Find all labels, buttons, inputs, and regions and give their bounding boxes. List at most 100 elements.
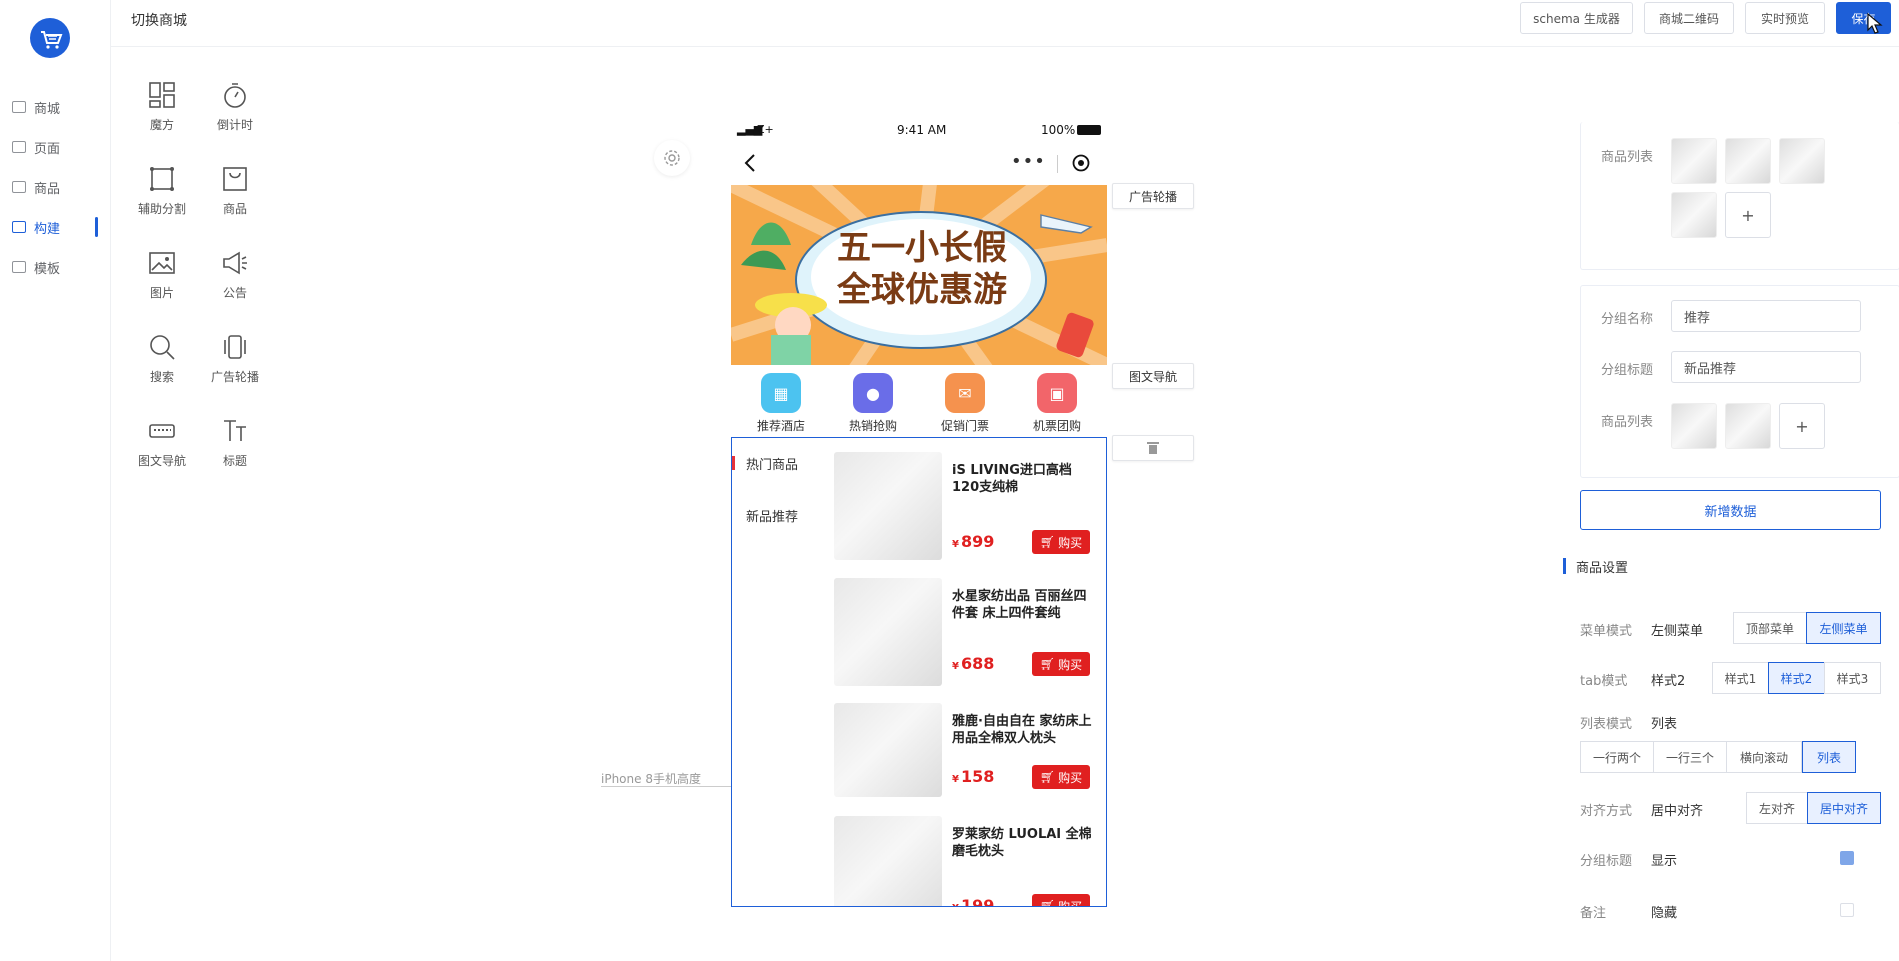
tab-style-1[interactable]: 样式1 — [1712, 662, 1769, 694]
product-card[interactable]: 水星家纺出品 百丽丝四件套 床上四件套纯 ¥688 🛒︎ 购买 — [834, 578, 1100, 688]
component-magic-cube[interactable]: 魔方 — [132, 80, 192, 133]
cart-icon: 🛒︎ — [1039, 770, 1056, 784]
product-thumb[interactable] — [1671, 192, 1717, 238]
height-line — [601, 786, 731, 787]
nav-item-goods[interactable]: 商品 — [12, 176, 60, 198]
delete-module-button[interactable] — [1112, 435, 1194, 461]
align-center[interactable]: 居中对齐 — [1807, 792, 1881, 824]
section-title: 商品设置 — [1576, 561, 1629, 576]
buy-button[interactable]: 🛒︎ 购买 — [1032, 765, 1090, 789]
component-image[interactable]: 图片 — [132, 248, 192, 301]
buy-button[interactable]: 🛒︎ 购买 — [1032, 894, 1090, 907]
product-image — [834, 452, 942, 560]
image-nav-icon — [147, 416, 177, 446]
product-image — [834, 816, 942, 906]
mall-qrcode-button[interactable]: 商城二维码 — [1644, 2, 1734, 34]
group-title-checkbox[interactable] — [1840, 851, 1854, 865]
product-name: 罗莱家纺 LUOLAI 全棉磨毛枕头 — [952, 827, 1092, 859]
more-dots-icon[interactable]: ••• — [1011, 151, 1046, 172]
buy-button[interactable]: 🛒︎ 购买 — [1032, 652, 1090, 676]
group-name-input[interactable]: 推荐 — [1671, 300, 1861, 332]
component-divider[interactable]: 辅助分割 — [132, 164, 192, 217]
tab-style-2[interactable]: 样式2 — [1768, 662, 1825, 694]
product-thumb[interactable] — [1725, 403, 1771, 449]
product-card[interactable]: 罗莱家纺 LUOLAI 全棉磨毛枕头 ¥199 🛒︎购买 — [834, 816, 1100, 907]
cart-icon: 🛒︎ — [1039, 657, 1056, 671]
top-bar: 切换商城 schema 生成器 商城二维码 实时预览 保存 — [111, 0, 1899, 47]
carrier: Z+ — [757, 123, 774, 136]
carousel-module-tag[interactable]: 广告轮播 — [1112, 183, 1194, 209]
component-title[interactable]: 标题 — [205, 416, 265, 469]
nav-icon-hot-sale[interactable]: ● 热销抢购 — [843, 367, 903, 434]
component-image-nav[interactable]: 图文导航 — [132, 416, 192, 469]
list-mode-three[interactable]: 一行三个 — [1653, 741, 1727, 773]
logo-icon[interactable] — [30, 18, 70, 58]
product-image — [834, 578, 942, 686]
add-product-button[interactable]: + — [1725, 192, 1771, 238]
product-price: ¥688 — [952, 654, 995, 673]
goods-module[interactable]: 热门商品 新品推荐 iS LIVING进口高档120支纯棉 ¥899 🛒︎ 购买 … — [731, 437, 1107, 907]
schema-generator-button[interactable]: schema 生成器 — [1520, 2, 1633, 34]
component-search[interactable]: 搜索 — [132, 332, 192, 385]
product-card[interactable]: 雅鹿·自由自在 家纺床上用品全棉双人枕头 ¥158 🛒︎ 购买 — [834, 703, 1100, 813]
trash-icon — [1147, 442, 1159, 454]
megaphone-icon — [220, 248, 250, 278]
iphone-height-label: iPhone 8手机高度 — [601, 772, 701, 786]
banner-headline: 五一小长假 全球优惠游 — [837, 228, 1007, 310]
component-notice[interactable]: 公告 — [205, 248, 265, 301]
add-product-button[interactable]: + — [1779, 403, 1825, 449]
align-left[interactable]: 左对齐 — [1746, 792, 1808, 824]
status-bar: ▂▄▆ Z+ 9:41 AM 100% — [731, 117, 1107, 145]
remark-checkbox[interactable] — [1840, 903, 1854, 917]
add-data-button[interactable]: 新增数据 — [1580, 490, 1881, 530]
nav-icon-hotel[interactable]: ▦ 推荐酒店 — [751, 367, 811, 434]
nav-item-template[interactable]: 模板 — [12, 256, 60, 278]
flight-icon: ▣ — [1037, 373, 1077, 413]
battery-icon — [1077, 125, 1101, 135]
product-price: ¥199 — [952, 896, 995, 907]
group-title-input[interactable]: 新品推荐 — [1671, 351, 1861, 383]
list-mode-scroll[interactable]: 横向滚动 — [1726, 741, 1802, 773]
shopping-bag-icon — [220, 164, 250, 194]
list-mode-two[interactable]: 一行两个 — [1580, 741, 1654, 773]
image-icon — [147, 248, 177, 278]
store-icon — [12, 101, 26, 113]
menu-mode-left[interactable]: 左侧菜单 — [1806, 612, 1881, 644]
product-thumb[interactable] — [1671, 403, 1717, 449]
nav-item-page[interactable]: 页面 — [12, 136, 60, 158]
group-card-1: 商品列表 + — [1580, 122, 1899, 270]
back-arrow-icon[interactable] — [743, 153, 757, 173]
component-countdown[interactable]: 倒计时 — [205, 80, 265, 133]
switch-mall-link[interactable]: 切换商城 — [131, 10, 187, 30]
product-card[interactable]: iS LIVING进口高档120支纯棉 ¥899 🛒︎ 购买 — [834, 452, 1100, 562]
product-thumb[interactable] — [1671, 138, 1717, 184]
left-nav: 商城 页面 商品 构建 模板 — [0, 0, 111, 961]
tab-style-3[interactable]: 样式3 — [1824, 662, 1881, 694]
component-goods[interactable]: 商品 — [205, 164, 265, 217]
image-nav-module-tag[interactable]: 图文导航 — [1112, 363, 1194, 389]
nav-item-mall[interactable]: 商城 — [12, 96, 60, 118]
promo-banner[interactable]: 五一小长假 全球优惠游 — [731, 185, 1107, 365]
buy-button[interactable]: 🛒︎ 购买 — [1032, 530, 1090, 554]
list-mode-list[interactable]: 列表 — [1802, 741, 1856, 773]
menu-mode-top[interactable]: 顶部菜单 — [1733, 612, 1807, 644]
product-thumb[interactable] — [1725, 138, 1771, 184]
template-icon — [12, 261, 26, 273]
nav-icon-flight[interactable]: ▣ 机票团购 — [1027, 367, 1087, 434]
nav-item-build[interactable]: 构建 — [12, 216, 60, 238]
cart-icon: 🛒︎ — [1039, 899, 1056, 907]
product-name: iS LIVING进口高档120支纯棉 — [952, 463, 1072, 495]
page-settings-gear-icon[interactable] — [654, 140, 690, 176]
phone-nav-bar: ••• — [731, 145, 1107, 183]
divider-icon — [147, 164, 177, 194]
nav-icon-ticket[interactable]: ✉ 促销门票 — [935, 367, 995, 434]
hotel-icon: ▦ — [761, 373, 801, 413]
product-thumb[interactable] — [1779, 138, 1825, 184]
tab-new-goods[interactable]: 新品推荐 — [746, 506, 798, 525]
battery-text: 100% — [1041, 123, 1076, 137]
tab-hot-goods[interactable]: 热门商品 — [746, 454, 798, 473]
product-name: 水星家纺出品 百丽丝四件套 床上四件套纯 — [952, 589, 1087, 621]
live-preview-button[interactable]: 实时预览 — [1745, 2, 1825, 34]
capsule-close-icon[interactable] — [1071, 153, 1091, 173]
component-carousel[interactable]: 广告轮播 — [205, 332, 265, 385]
